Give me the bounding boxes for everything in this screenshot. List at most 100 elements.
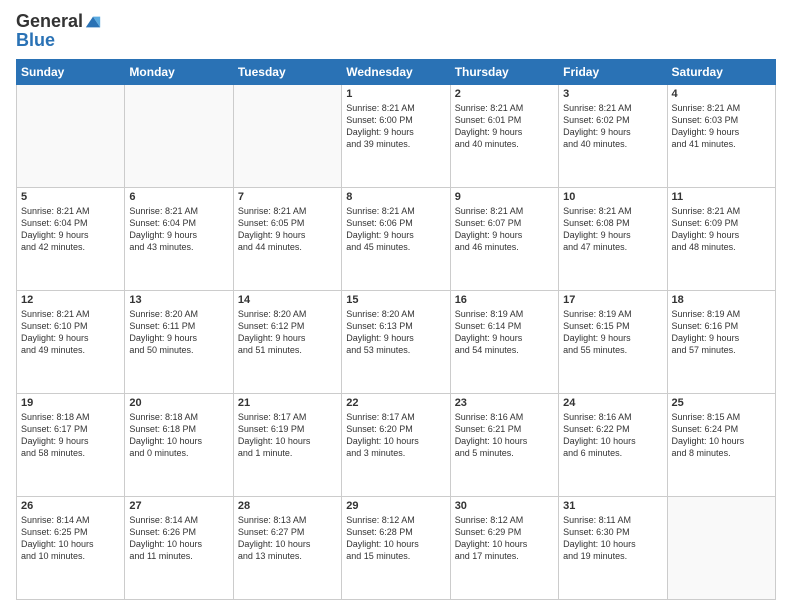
logo: General Blue — [16, 12, 102, 51]
calendar-cell: 8 Sunrise: 8:21 AM Sunset: 6:06 PM Daylig… — [342, 187, 450, 290]
day-info: Sunrise: 8:20 AM Sunset: 6:13 PM Dayligh… — [346, 308, 445, 357]
calendar-cell: 11Sunrise: 8:21 AM Sunset: 6:09 PM Dayli… — [667, 187, 775, 290]
day-number: 3 — [563, 88, 662, 100]
day-info: Sunrise: 8:21 AM Sunset: 6:06 PM Dayligh… — [346, 205, 445, 254]
day-number: 17 — [563, 294, 662, 306]
calendar-cell: 6 Sunrise: 8:21 AM Sunset: 6:04 PM Daylig… — [125, 187, 233, 290]
day-info: Sunrise: 8:12 AM Sunset: 6:29 PM Dayligh… — [455, 514, 554, 563]
day-number: 31 — [563, 500, 662, 512]
weekday-header-thursday: Thursday — [450, 59, 558, 84]
day-number: 22 — [346, 397, 445, 409]
day-info: Sunrise: 8:19 AM Sunset: 6:14 PM Dayligh… — [455, 308, 554, 357]
day-number: 10 — [563, 191, 662, 203]
calendar-cell: 10 Sunrise: 8:21 AM Sunset: 6:08 PM Dayli… — [559, 187, 667, 290]
day-number: 27 — [129, 500, 228, 512]
day-number: 4 — [672, 88, 771, 100]
day-info: Sunrise: 8:21 AM Sunset: 6:05 PM Dayligh… — [238, 205, 337, 254]
weekday-header-row: SundayMondayTuesdayWednesdayThursdayFrid… — [17, 59, 776, 84]
day-number: 8 — [346, 191, 445, 203]
day-number: 12 — [21, 294, 120, 306]
day-info: Sunrise: 8:16 AM Sunset: 6:22 PM Dayligh… — [563, 411, 662, 460]
day-info: Sunrise: 8:21 AM Sunset: 6:04 PM Dayligh… — [21, 205, 120, 254]
day-number: 20 — [129, 397, 228, 409]
weekday-header-friday: Friday — [559, 59, 667, 84]
day-number: 24 — [563, 397, 662, 409]
day-number: 1 — [346, 88, 445, 100]
weekday-header-tuesday: Tuesday — [233, 59, 341, 84]
day-number: 9 — [455, 191, 554, 203]
calendar-cell: 13 Sunrise: 8:20 AM Sunset: 6:11 PM Dayli… — [125, 290, 233, 393]
day-info: Sunrise: 8:18 AM Sunset: 6:18 PM Dayligh… — [129, 411, 228, 460]
day-info: Sunrise: 8:13 AM Sunset: 6:27 PM Dayligh… — [238, 514, 337, 563]
day-number: 7 — [238, 191, 337, 203]
calendar-cell: 14 Sunrise: 8:20 AM Sunset: 6:12 PM Dayli… — [233, 290, 341, 393]
day-number: 6 — [129, 191, 228, 203]
calendar-cell — [233, 84, 341, 187]
day-number: 2 — [455, 88, 554, 100]
day-info: Sunrise: 8:17 AM Sunset: 6:20 PM Dayligh… — [346, 411, 445, 460]
day-number: 13 — [129, 294, 228, 306]
day-info: Sunrise: 8:20 AM Sunset: 6:12 PM Dayligh… — [238, 308, 337, 357]
calendar-cell: 15 Sunrise: 8:20 AM Sunset: 6:13 PM Dayli… — [342, 290, 450, 393]
week-row-2: 5 Sunrise: 8:21 AM Sunset: 6:04 PM Daylig… — [17, 187, 776, 290]
calendar-cell: 25 Sunrise: 8:15 AM Sunset: 6:24 PM Dayli… — [667, 393, 775, 496]
day-info: Sunrise: 8:15 AM Sunset: 6:24 PM Dayligh… — [672, 411, 771, 460]
calendar-cell: 30Sunrise: 8:12 AM Sunset: 6:29 PM Dayli… — [450, 496, 558, 599]
day-number: 29 — [346, 500, 445, 512]
day-info: Sunrise: 8:21 AM Sunset: 6:08 PM Dayligh… — [563, 205, 662, 254]
day-number: 25 — [672, 397, 771, 409]
day-info: Sunrise: 8:19 AM Sunset: 6:16 PM Dayligh… — [672, 308, 771, 357]
calendar-cell: 7 Sunrise: 8:21 AM Sunset: 6:05 PM Daylig… — [233, 187, 341, 290]
page: General Blue SundayMondayTuesdayWednesda… — [0, 0, 792, 612]
calendar-cell — [125, 84, 233, 187]
calendar-cell: 22 Sunrise: 8:17 AM Sunset: 6:20 PM Dayli… — [342, 393, 450, 496]
week-row-5: 26Sunrise: 8:14 AM Sunset: 6:25 PM Dayli… — [17, 496, 776, 599]
day-number: 11 — [672, 191, 771, 203]
calendar-table: SundayMondayTuesdayWednesdayThursdayFrid… — [16, 59, 776, 600]
week-row-4: 19 Sunrise: 8:18 AM Sunset: 6:17 PM Dayli… — [17, 393, 776, 496]
day-info: Sunrise: 8:17 AM Sunset: 6:19 PM Dayligh… — [238, 411, 337, 460]
day-info: Sunrise: 8:18 AM Sunset: 6:17 PM Dayligh… — [21, 411, 120, 460]
weekday-header-monday: Monday — [125, 59, 233, 84]
day-info: Sunrise: 8:21 AM Sunset: 6:02 PM Dayligh… — [563, 102, 662, 151]
day-info: Sunrise: 8:21 AM Sunset: 6:03 PM Dayligh… — [672, 102, 771, 151]
day-info: Sunrise: 8:20 AM Sunset: 6:11 PM Dayligh… — [129, 308, 228, 357]
day-info: Sunrise: 8:21 AM Sunset: 6:07 PM Dayligh… — [455, 205, 554, 254]
calendar-cell: 21 Sunrise: 8:17 AM Sunset: 6:19 PM Dayli… — [233, 393, 341, 496]
day-number: 21 — [238, 397, 337, 409]
logo-icon — [84, 13, 102, 31]
calendar-cell — [17, 84, 125, 187]
day-info: Sunrise: 8:21 AM Sunset: 6:00 PM Dayligh… — [346, 102, 445, 151]
calendar-cell: 5 Sunrise: 8:21 AM Sunset: 6:04 PM Daylig… — [17, 187, 125, 290]
calendar-cell — [667, 496, 775, 599]
day-number: 15 — [346, 294, 445, 306]
logo-blue: Blue — [16, 30, 55, 51]
calendar-cell: 27 Sunrise: 8:14 AM Sunset: 6:26 PM Dayli… — [125, 496, 233, 599]
day-number: 5 — [21, 191, 120, 203]
calendar-cell: 19 Sunrise: 8:18 AM Sunset: 6:17 PM Dayli… — [17, 393, 125, 496]
day-info: Sunrise: 8:21 AM Sunset: 6:04 PM Dayligh… — [129, 205, 228, 254]
weekday-header-saturday: Saturday — [667, 59, 775, 84]
calendar-cell: 3 Sunrise: 8:21 AM Sunset: 6:02 PM Daylig… — [559, 84, 667, 187]
day-number: 26 — [21, 500, 120, 512]
calendar-cell: 24 Sunrise: 8:16 AM Sunset: 6:22 PM Dayli… — [559, 393, 667, 496]
day-info: Sunrise: 8:21 AM Sunset: 6:10 PM Dayligh… — [21, 308, 120, 357]
calendar-cell: 16Sunrise: 8:19 AM Sunset: 6:14 PM Dayli… — [450, 290, 558, 393]
day-info: Sunrise: 8:21 AM Sunset: 6:01 PM Dayligh… — [455, 102, 554, 151]
day-info: Sunrise: 8:14 AM Sunset: 6:26 PM Dayligh… — [129, 514, 228, 563]
day-number: 14 — [238, 294, 337, 306]
day-number: 23 — [455, 397, 554, 409]
calendar-cell: 23Sunrise: 8:16 AM Sunset: 6:21 PM Dayli… — [450, 393, 558, 496]
calendar-cell: 18Sunrise: 8:19 AM Sunset: 6:16 PM Dayli… — [667, 290, 775, 393]
week-row-1: 1 Sunrise: 8:21 AM Sunset: 6:00 PM Daylig… — [17, 84, 776, 187]
calendar-cell: 26Sunrise: 8:14 AM Sunset: 6:25 PM Dayli… — [17, 496, 125, 599]
header: General Blue — [16, 12, 776, 51]
day-info: Sunrise: 8:12 AM Sunset: 6:28 PM Dayligh… — [346, 514, 445, 563]
calendar-cell: 29 Sunrise: 8:12 AM Sunset: 6:28 PM Dayli… — [342, 496, 450, 599]
week-row-3: 12 Sunrise: 8:21 AM Sunset: 6:10 PM Dayli… — [17, 290, 776, 393]
calendar-cell: 17Sunrise: 8:19 AM Sunset: 6:15 PM Dayli… — [559, 290, 667, 393]
day-number: 28 — [238, 500, 337, 512]
calendar-cell: 12 Sunrise: 8:21 AM Sunset: 6:10 PM Dayli… — [17, 290, 125, 393]
day-number: 19 — [21, 397, 120, 409]
calendar-cell: 1 Sunrise: 8:21 AM Sunset: 6:00 PM Daylig… — [342, 84, 450, 187]
